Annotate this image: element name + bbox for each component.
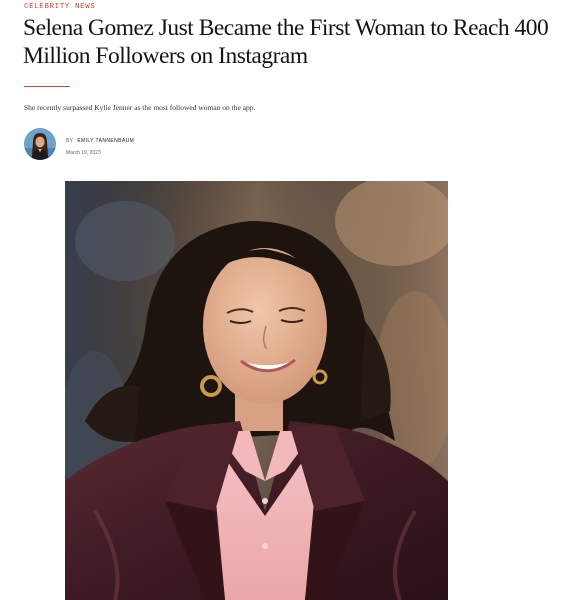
article-dek: She recently surpassed Kylie Jenner as t… [24, 103, 256, 112]
author-avatar[interactable] [24, 128, 56, 160]
author-byline[interactable]: BY EMILY TANNENBAUM [66, 138, 134, 144]
hero-photo [65, 181, 448, 600]
hero-image [65, 181, 448, 600]
article-headline: Selena Gomez Just Became the First Woman… [23, 15, 549, 69]
headline-divider [24, 86, 70, 87]
byline-prefix: BY [66, 138, 74, 144]
category-label[interactable]: CELEBRITY NEWS [24, 3, 95, 11]
author-name[interactable]: EMILY TANNENBAUM [77, 138, 134, 144]
publish-date: March 19, 2023 [66, 150, 101, 156]
